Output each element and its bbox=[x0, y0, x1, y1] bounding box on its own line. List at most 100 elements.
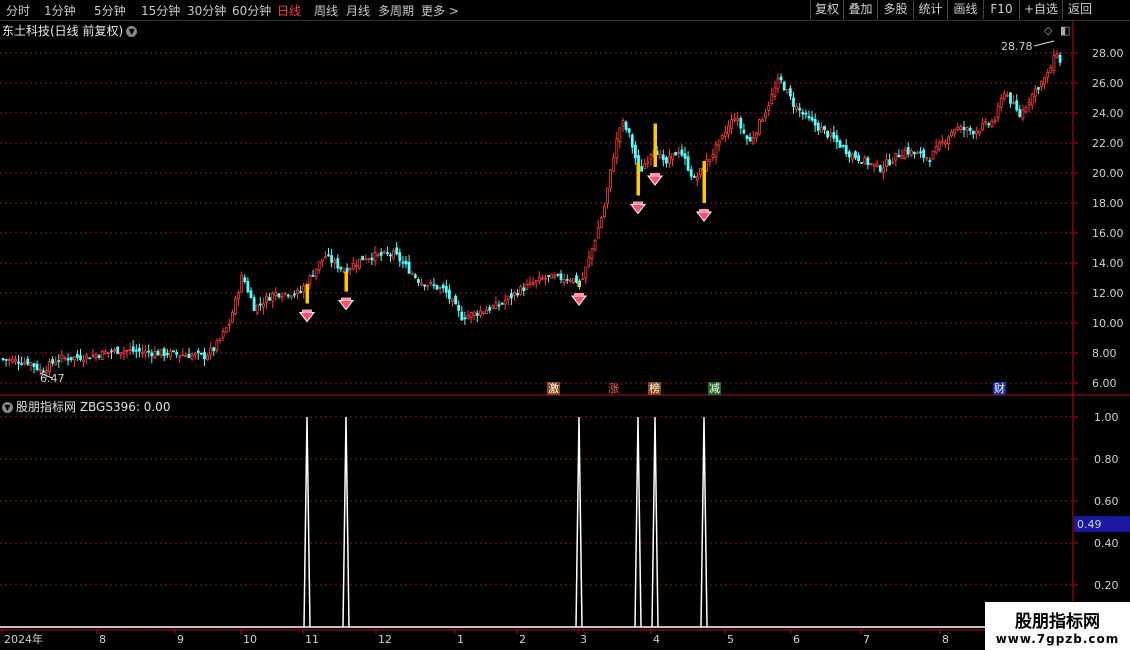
candle-body bbox=[494, 302, 498, 310]
indicator-spike bbox=[651, 416, 659, 628]
badge-ji[interactable]: 激 bbox=[547, 382, 560, 395]
candle-body bbox=[826, 130, 829, 138]
candle-body bbox=[804, 112, 808, 115]
period-monthly[interactable]: 月线 bbox=[346, 2, 370, 19]
candle-body bbox=[847, 151, 851, 158]
period-5min[interactable]: 5分钟 bbox=[94, 2, 126, 19]
button-draw-line[interactable]: 画线 bbox=[947, 0, 983, 19]
badge-zhang[interactable]: 涨 bbox=[607, 382, 620, 395]
button-overlay[interactable]: 叠加 bbox=[843, 0, 877, 19]
chevron-down-icon[interactable]: ▼ bbox=[2, 402, 13, 413]
candle-body bbox=[69, 357, 73, 360]
candle-body bbox=[767, 105, 771, 111]
candle-body bbox=[891, 161, 895, 164]
candle-body bbox=[754, 132, 758, 139]
candle-body bbox=[379, 252, 383, 256]
candle-body bbox=[398, 252, 402, 262]
candle-body bbox=[351, 263, 355, 270]
badge-bang[interactable]: 榜 bbox=[648, 382, 661, 395]
badge-jian[interactable]: 减 bbox=[708, 382, 721, 395]
candle-body bbox=[680, 149, 684, 156]
period-weekly[interactable]: 周线 bbox=[314, 2, 338, 19]
gem-icon bbox=[629, 204, 647, 215]
candle-body bbox=[457, 304, 461, 311]
button-multi-stock[interactable]: 多股 bbox=[877, 0, 913, 19]
candle-body bbox=[1043, 77, 1046, 85]
button-statistics[interactable]: 统计 bbox=[913, 0, 947, 19]
candle-body bbox=[689, 169, 693, 177]
period-15min[interactable]: 15分钟 bbox=[141, 2, 180, 19]
candle-body bbox=[153, 351, 157, 359]
candle-body bbox=[423, 284, 427, 287]
candle-body bbox=[447, 289, 451, 299]
candle-body bbox=[993, 119, 997, 123]
signal-bar bbox=[702, 161, 706, 203]
panel-toggle-icon[interactable]: ◧ bbox=[1060, 24, 1070, 37]
watermark-title: 股朋指标网 bbox=[1015, 612, 1100, 632]
time-tick-label: 12 bbox=[378, 633, 392, 646]
candle-body bbox=[872, 163, 876, 167]
candle-body bbox=[947, 136, 950, 144]
candle-body bbox=[10, 358, 14, 363]
candle-body bbox=[79, 355, 82, 361]
candle-body bbox=[482, 311, 485, 314]
candle-body bbox=[252, 297, 256, 312]
candle-body bbox=[999, 97, 1003, 108]
high-price-arrow bbox=[1033, 40, 1055, 47]
candle-body bbox=[922, 149, 926, 158]
badge-cai[interactable]: 财 bbox=[993, 382, 1006, 395]
candle-body bbox=[652, 149, 656, 157]
candle-body bbox=[249, 290, 253, 299]
gem-icon bbox=[337, 300, 355, 311]
signal-bar bbox=[344, 272, 348, 292]
candle-body bbox=[875, 163, 879, 167]
button-restore-rights[interactable]: 复权 bbox=[810, 0, 843, 19]
indicator-title[interactable]: ▼ 股朋指标网 ZBGS396: 0.00 bbox=[2, 398, 170, 415]
candle-body bbox=[420, 282, 423, 286]
candle-body bbox=[91, 354, 95, 357]
candle-body bbox=[23, 361, 27, 365]
candle-body bbox=[364, 258, 368, 261]
candle-body bbox=[305, 284, 309, 287]
candle-body bbox=[311, 275, 315, 277]
candle-body bbox=[336, 258, 340, 269]
candle-body bbox=[637, 155, 640, 168]
candle-body bbox=[150, 352, 154, 357]
candle-body bbox=[649, 154, 653, 160]
candle-body bbox=[975, 130, 978, 135]
period-1min[interactable]: 1分钟 bbox=[44, 2, 76, 19]
grid-lines bbox=[0, 52, 1073, 586]
candle-body bbox=[962, 126, 966, 131]
candle-body bbox=[196, 350, 200, 354]
stock-title[interactable]: 东土科技(日线 前复权) ▼ bbox=[2, 22, 138, 39]
diamond-icon[interactable]: ◇ bbox=[1044, 24, 1052, 37]
candle-body bbox=[373, 252, 377, 262]
candle-body bbox=[658, 153, 662, 158]
button-add-watchlist[interactable]: +自选 bbox=[1019, 0, 1062, 19]
period-more[interactable]: 更多 > bbox=[421, 2, 459, 19]
period-fenshi[interactable]: 分时 bbox=[6, 2, 30, 19]
candle-body bbox=[193, 353, 197, 356]
period-60min[interactable]: 60分钟 bbox=[232, 2, 271, 19]
chevron-down-icon[interactable]: ▼ bbox=[126, 26, 138, 37]
candle-body bbox=[854, 151, 857, 159]
candle-body bbox=[175, 352, 179, 355]
button-mark[interactable]: 返回 bbox=[1062, 0, 1097, 19]
candle-body bbox=[953, 128, 957, 135]
candle-body bbox=[45, 370, 48, 374]
candle-body bbox=[444, 286, 448, 293]
low-price-label: 6.47 bbox=[40, 372, 65, 385]
candle-body bbox=[785, 89, 789, 93]
candle-body bbox=[1033, 88, 1037, 98]
candlestick-chart[interactable]: 28.0026.0024.0022.0020.0018.0016.0014.00… bbox=[0, 0, 1130, 650]
period-30min[interactable]: 30分钟 bbox=[187, 2, 226, 19]
button-f10[interactable]: F10 bbox=[983, 0, 1019, 19]
period-daily[interactable]: 日线 bbox=[277, 2, 301, 19]
candle-body bbox=[606, 187, 609, 205]
candle-body bbox=[206, 354, 210, 361]
candle-body bbox=[246, 281, 250, 293]
candle-body bbox=[401, 261, 405, 264]
gem-icon-top bbox=[302, 309, 312, 313]
period-multi[interactable]: 多周期 bbox=[378, 2, 414, 19]
candle-body bbox=[97, 355, 101, 358]
